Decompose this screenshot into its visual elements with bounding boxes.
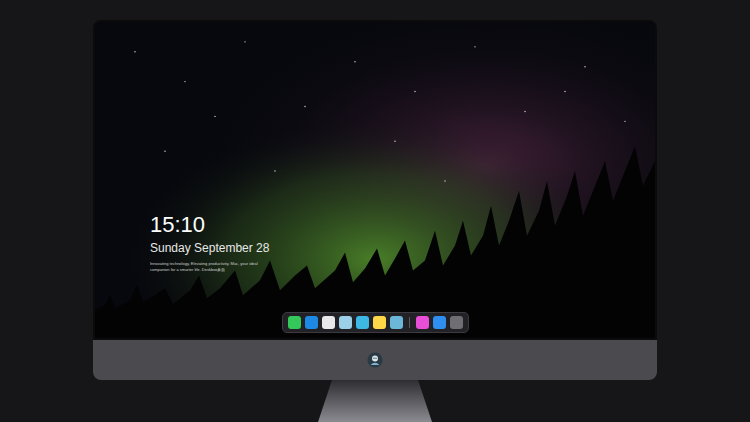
dock-app-icon[interactable] <box>288 316 301 329</box>
screen: 15:10 Sunday September 28 Innovating techn… <box>93 20 657 340</box>
monitor: 15:10 Sunday September 28 Innovating techn… <box>93 20 657 422</box>
clock-tagline: Innovating technology, Elevating product… <box>150 261 265 273</box>
dock-app-icon[interactable] <box>433 316 446 329</box>
dock-app-icon[interactable] <box>339 316 352 329</box>
clock-widget: 15:10 Sunday September 28 Innovating techn… <box>95 22 655 273</box>
dock <box>282 312 469 333</box>
monitor-stand-icon <box>310 380 440 422</box>
monitor-chin <box>93 340 657 380</box>
dock-app-icon[interactable] <box>390 316 403 329</box>
dock-app-icon[interactable] <box>356 316 369 329</box>
dock-app-icon[interactable] <box>450 316 463 329</box>
page: 15:10 Sunday September 28 Innovating techn… <box>0 0 750 422</box>
dock-app-icon[interactable] <box>373 316 386 329</box>
wallpaper-icon <box>95 22 655 338</box>
dock-app-icon[interactable] <box>305 316 318 329</box>
dock-app-icon[interactable] <box>322 316 335 329</box>
dock-separator <box>409 317 410 328</box>
clock-time: 15:10 <box>150 212 655 238</box>
dock-app-icon[interactable] <box>416 316 429 329</box>
clock-date: Sunday September 28 <box>150 240 655 256</box>
desktop: 15:10 Sunday September 28 Innovating techn… <box>95 22 655 338</box>
logo-icon <box>367 352 383 368</box>
